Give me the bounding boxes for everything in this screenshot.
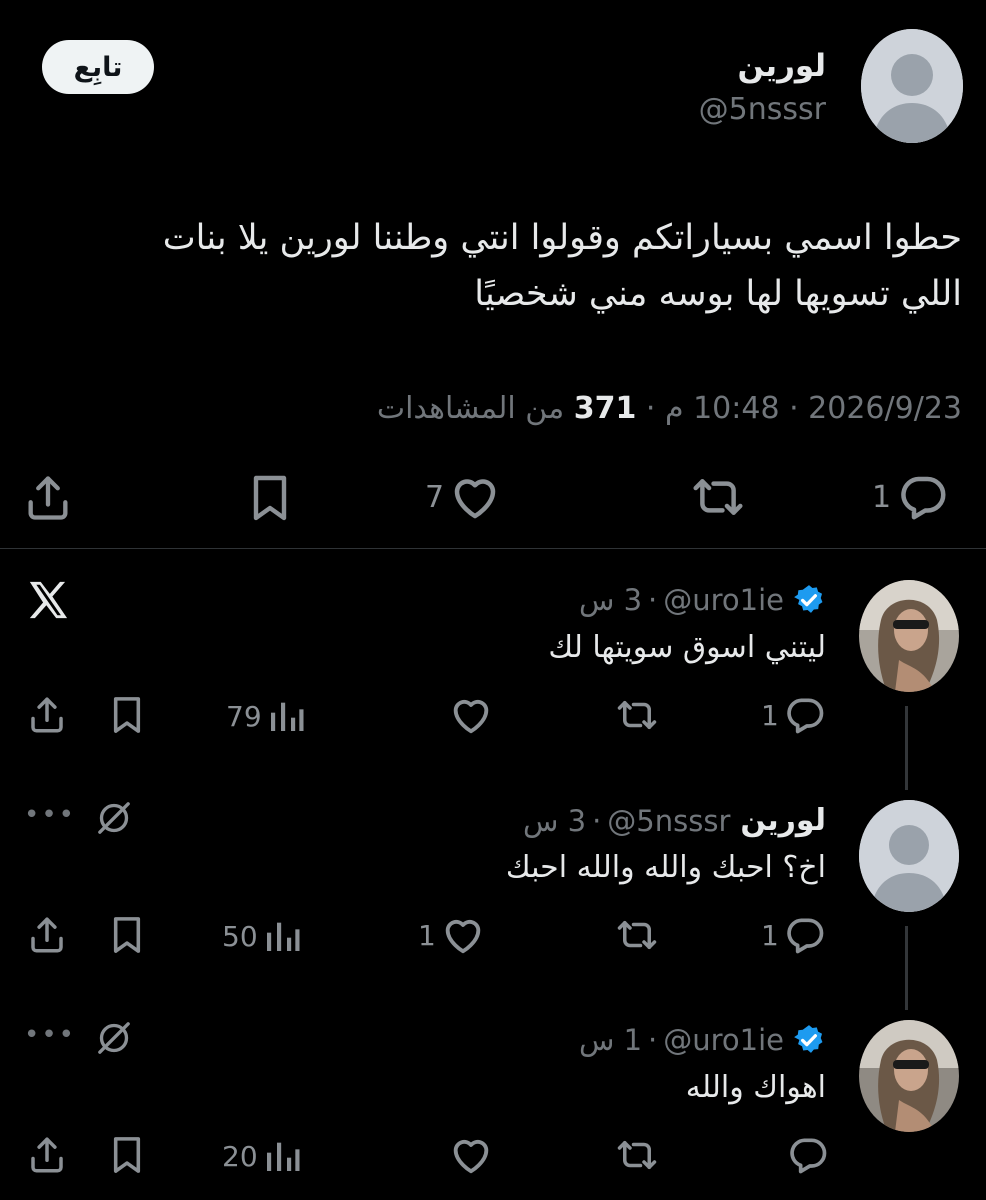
views-count: 79 bbox=[226, 699, 262, 733]
reply-icon bbox=[901, 476, 946, 520]
views-button[interactable]: 20 bbox=[222, 1136, 302, 1176]
thread-line bbox=[905, 926, 908, 1010]
reply-handle[interactable]: @uro1ie bbox=[663, 583, 784, 617]
reply-count: 1 bbox=[761, 698, 779, 732]
reply-handle[interactable]: @5nsssr bbox=[607, 804, 730, 838]
reply-count: 1 bbox=[761, 918, 779, 952]
retweet-icon bbox=[617, 1141, 657, 1169]
retweet-button[interactable] bbox=[614, 914, 660, 956]
x-logo-icon bbox=[26, 580, 70, 624]
views-button[interactable]: 50 bbox=[222, 916, 302, 956]
share-icon bbox=[31, 917, 63, 953]
share-icon bbox=[31, 1137, 63, 1173]
more-options-icon[interactable]: ••• bbox=[24, 1020, 76, 1050]
reply-age[interactable]: 3 س bbox=[523, 804, 586, 838]
retweet-button[interactable] bbox=[689, 470, 747, 524]
reply-header: 1 س · @uro1ie bbox=[579, 1023, 826, 1057]
like-button[interactable] bbox=[444, 1132, 494, 1178]
reply-icon bbox=[790, 1138, 827, 1174]
author-avatar[interactable] bbox=[861, 29, 963, 143]
reply-handle[interactable]: @uro1ie bbox=[663, 1023, 784, 1057]
bookmark-icon bbox=[113, 917, 141, 953]
reply-age[interactable]: 1 س bbox=[579, 1023, 642, 1057]
analytics-icon bbox=[266, 922, 300, 951]
retweet-button[interactable] bbox=[614, 694, 660, 736]
bookmark-icon bbox=[113, 697, 141, 733]
retweet-icon bbox=[617, 701, 657, 729]
retweet-icon bbox=[693, 479, 743, 515]
reply-meta: 3 س · @5nsssr bbox=[523, 803, 731, 838]
bookmark-icon bbox=[113, 1137, 141, 1173]
reply-header: 3 س · @5nsssr لورين bbox=[523, 803, 826, 838]
heart-icon bbox=[453, 699, 489, 734]
like-button[interactable]: 1 bbox=[418, 912, 486, 958]
share-button[interactable] bbox=[26, 694, 68, 736]
like-button[interactable]: 7 bbox=[425, 470, 502, 524]
reply-button[interactable] bbox=[782, 1132, 830, 1178]
share-icon bbox=[28, 476, 68, 520]
reply-button[interactable]: 1 bbox=[872, 470, 951, 524]
reply-button[interactable]: 1 bbox=[761, 692, 827, 738]
mute-icon[interactable] bbox=[94, 798, 134, 842]
bookmark-icon bbox=[253, 475, 287, 521]
views-count: 50 bbox=[222, 919, 258, 953]
verified-badge-icon bbox=[794, 1025, 823, 1053]
share-button[interactable] bbox=[22, 472, 74, 524]
analytics-icon bbox=[270, 702, 304, 731]
follow-button[interactable]: تابِع bbox=[42, 40, 154, 94]
tweet-text-line-2: اللي تسويها لها بوسه مني شخصيًا bbox=[474, 274, 962, 314]
views-count: 371 bbox=[573, 391, 637, 426]
thread-line bbox=[905, 706, 908, 790]
views-button[interactable]: 79 bbox=[226, 696, 306, 736]
bookmark-button[interactable] bbox=[246, 472, 294, 524]
heart-icon bbox=[454, 479, 496, 519]
reply-avatar[interactable] bbox=[859, 1020, 959, 1132]
views-count: 20 bbox=[222, 1139, 258, 1173]
reply-icon bbox=[787, 918, 824, 954]
divider bbox=[0, 548, 986, 549]
verified-badge-icon bbox=[794, 585, 823, 613]
like-count: 1 bbox=[418, 918, 436, 952]
retweet-icon bbox=[617, 921, 657, 949]
heart-icon bbox=[453, 1139, 489, 1174]
reply-icon bbox=[787, 698, 824, 734]
reply-avatar[interactable] bbox=[859, 800, 959, 912]
mute-icon[interactable] bbox=[94, 1018, 134, 1062]
reply-text: اهواك والله bbox=[685, 1070, 826, 1105]
heart-icon bbox=[445, 919, 481, 954]
reply-avatar[interactable] bbox=[859, 580, 959, 692]
views-label: من المشاهدات bbox=[376, 391, 565, 426]
share-icon bbox=[31, 697, 63, 733]
more-options-icon[interactable]: ••• bbox=[24, 800, 76, 830]
retweet-button[interactable] bbox=[614, 1134, 660, 1176]
tweet-meta: 2026/9/23 · 10:48 م · 371 من المشاهدات bbox=[376, 391, 962, 426]
reply-text: ليتني اسوق سويتها لك bbox=[548, 630, 826, 665]
reply-meta: 3 س · @uro1ie bbox=[578, 583, 784, 617]
share-button[interactable] bbox=[26, 914, 68, 956]
author-name[interactable]: لورين bbox=[738, 48, 826, 84]
reply-meta: 1 س · @uro1ie bbox=[578, 1023, 784, 1057]
reply-author-name[interactable]: لورين bbox=[740, 803, 826, 838]
tweet-text: حطوا اسمي بسياراتكم وقولوا انتي وطننا لو… bbox=[60, 210, 962, 322]
like-button[interactable] bbox=[444, 692, 494, 738]
bookmark-button[interactable] bbox=[107, 694, 147, 736]
author-handle[interactable]: @5nsssr bbox=[699, 92, 826, 127]
reply-header: 3 س · @uro1ie bbox=[579, 583, 826, 617]
bookmark-button[interactable] bbox=[107, 914, 147, 956]
reply-count: 1 bbox=[872, 479, 892, 515]
share-button[interactable] bbox=[26, 1134, 68, 1176]
tweet-text-line-1: حطوا اسمي بسياراتكم وقولوا انتي وطننا لو… bbox=[162, 218, 962, 258]
reply-button[interactable]: 1 bbox=[761, 912, 827, 958]
like-count: 7 bbox=[425, 479, 445, 515]
reply-text: اخ؟ احبك والله والله احبك bbox=[505, 850, 826, 885]
tweet-date[interactable]: 2026/9/23 bbox=[808, 391, 962, 426]
bookmark-button[interactable] bbox=[107, 1134, 147, 1176]
reply-age[interactable]: 3 س bbox=[579, 583, 642, 617]
tweet-time[interactable]: 10:48 م bbox=[665, 391, 780, 426]
analytics-icon bbox=[266, 1142, 300, 1171]
